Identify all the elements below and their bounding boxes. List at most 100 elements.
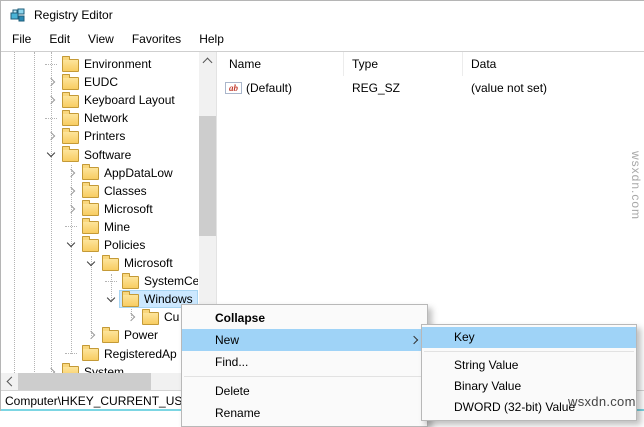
horizontal-scroll-thumb[interactable] [18,373,151,390]
expander-expanded-icon[interactable] [103,291,119,307]
menu-edit[interactable]: Edit [40,29,79,51]
expander-collapsed-icon[interactable] [63,183,79,199]
tree-item-classes[interactable]: Classes [1,182,198,200]
tree-item-eudc[interactable]: EUDC [1,73,198,91]
tree-item-label: RegisteredAp [104,346,177,361]
tree-item-environment[interactable]: Environment [1,55,198,73]
string-value-icon: ab [225,82,242,94]
folder-icon [62,146,79,163]
tree-item-printers[interactable]: Printers [1,127,198,145]
tree-item-cu[interactable]: Cu [1,308,198,326]
chevron-down-icon [46,148,56,158]
registry-tree: Environment EUDC Keyboard Layout Network Pri… [1,55,198,381]
expander-collapsed-icon[interactable] [43,92,59,108]
chevron-right-icon [66,204,76,214]
chevron-right-icon [46,132,56,141]
tree-item-label: Mine [104,219,131,234]
expander-collapsed-icon[interactable] [43,128,59,144]
chevron-right-icon [46,77,56,87]
tree-item-content: Software [59,145,198,163]
folder-icon [102,254,119,271]
menu-item-label: Key [454,330,475,344]
tree-item-network[interactable]: Network [1,109,198,127]
folder-icon [82,164,99,181]
chevron-right-icon [126,313,136,322]
menu-item-label: Rename [215,406,261,420]
menu-item-delete[interactable]: Delete [182,380,427,402]
cell-data: (value not set) [463,81,644,95]
tree-item-power[interactable]: Power [1,326,198,344]
menu-item-rename[interactable]: Rename [182,402,427,424]
tree-item-content: Network [59,109,198,127]
expander-expanded-icon[interactable] [63,237,79,253]
tree-item-microsoft[interactable]: Microsoft [1,200,198,218]
expander-expanded-icon[interactable] [83,255,99,271]
value-data: (value not set) [471,81,548,95]
tree-item-content: AppDataLow [79,164,198,182]
menu-item-label: New [215,333,240,347]
tree-item-microsoft[interactable]: Microsoft [1,254,198,272]
menu-separator [184,376,425,377]
tree-item-label: Microsoft [104,201,153,216]
menu-item-label: String Value [454,358,519,372]
tree-item-windows[interactable]: Windows [1,290,198,309]
column-header-label: Type [352,57,379,71]
cell-type: REG_SZ [344,81,463,95]
chevron-right-icon [86,331,96,340]
tree-item-label: Policies [104,237,146,252]
tree-item-content: EUDC [59,73,198,91]
tree-item-registeredap[interactable]: RegisteredAp [1,345,198,363]
chevron-right-icon [66,168,76,177]
context-menu: Collapse New Find... Delete Rename [181,304,428,427]
chevron-down-icon [86,257,96,266]
tree-item-label: Environment [84,57,152,72]
expander-collapsed-icon[interactable] [123,309,139,325]
tree-item-keyboard-layout[interactable]: Keyboard Layout [1,91,198,109]
folder-icon [122,272,139,289]
menu-item-find[interactable]: Find... [182,351,427,373]
folder-icon [62,91,79,108]
expander-collapsed-icon[interactable] [83,327,99,343]
cell-name: ab (Default) [221,81,344,95]
tree-item-appdatalow[interactable]: AppDataLow [1,164,198,182]
folder-icon [82,182,99,199]
tree-item-mine[interactable]: Mine [1,218,198,236]
tree-connector-dots [65,353,77,355]
menu-separator [424,351,634,352]
menu-item-new[interactable]: New [182,329,427,351]
expander-collapsed-icon[interactable] [63,201,79,217]
scroll-up-icon[interactable] [199,52,216,69]
registry-editor-window: Registry Editor File Edit View Favorites Hel… [1,1,644,427]
tree-item-content: SystemCer [119,272,198,290]
menu-help[interactable]: Help [190,29,233,51]
chevron-right-icon [66,186,76,195]
menu-favorites[interactable]: Favorites [123,29,190,51]
expander-expanded-icon[interactable] [43,147,59,163]
menu-item-key[interactable]: Key [422,327,636,348]
menu-view[interactable]: View [79,29,123,51]
tree-item-content: Microsoft [99,254,198,272]
menu-item-string-value[interactable]: String Value [422,355,636,376]
tree-horizontal-scrollbar[interactable] [1,373,199,390]
tree-item-policies[interactable]: Policies [1,236,198,254]
column-header-type[interactable]: Type [344,52,463,76]
scroll-left-icon[interactable] [1,373,18,390]
menu-item-collapse[interactable]: Collapse [182,307,427,329]
tree-connector-dots [45,63,57,65]
list-row-default[interactable]: ab (Default) REG_SZ (value not set) [221,79,644,97]
tree-item-systemcer[interactable]: SystemCer [1,272,198,290]
column-header-data[interactable]: Data [463,52,644,76]
tree-connector-dots [65,226,77,228]
expander-collapsed-icon[interactable] [43,74,59,90]
menu-file[interactable]: File [3,29,40,51]
vertical-scroll-thumb[interactable] [199,116,216,236]
folder-icon [122,290,139,307]
column-header-name[interactable]: Name [221,52,344,76]
expander-collapsed-icon[interactable] [63,165,79,181]
tree-item-software[interactable]: Software [1,145,198,163]
tree-item-label: Network [84,111,129,126]
tree-item-content: Policies [79,236,198,254]
chevron-right-icon [46,95,56,105]
folder-icon [62,55,79,72]
tree-item-label: SystemCer [144,274,198,289]
